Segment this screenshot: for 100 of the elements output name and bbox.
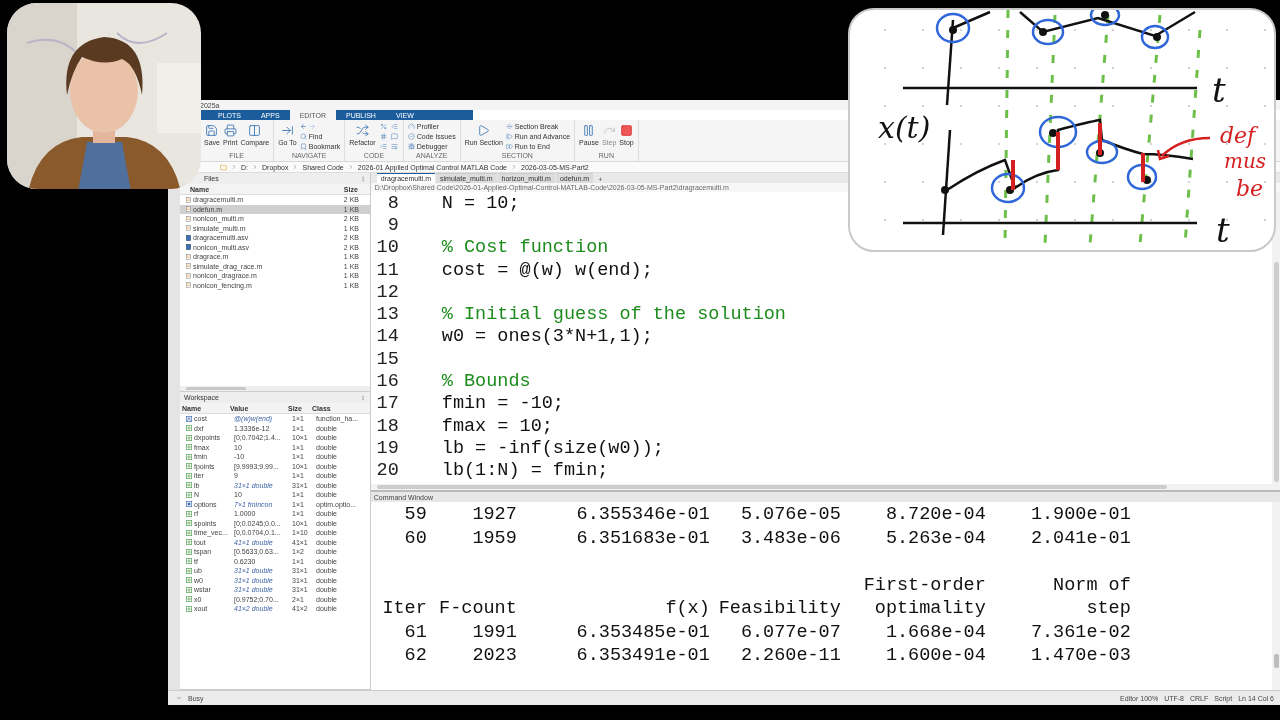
line-number: 8 [386,192,399,214]
output-value: 60 [404,527,427,549]
grid-icon [186,472,192,479]
indent-icon [379,143,387,150]
stop-icon [620,124,633,137]
columns-icon [248,124,262,137]
output-value: 1.470e-03 [1030,645,1131,667]
output-value: 1.668e-04 [885,621,986,643]
code-line: w0 = ones(3*N+1,1); [441,326,653,348]
code-comment: % Cost function [441,237,609,259]
script-file-icon [186,282,191,289]
code-line: cost = @(w) w(end); [441,259,653,281]
scrollbar-thumb[interactable] [1273,654,1279,668]
dropdown-icon[interactable] [176,695,182,701]
script-file-icon [186,253,191,260]
line-number: 10 [375,237,399,259]
grid-icon [186,529,192,536]
line-number: 11 [375,259,399,281]
output-value: 5.263e-04 [885,527,986,549]
grid-icon [186,605,192,612]
output-value: 1959 [472,527,517,549]
grid-icon [186,558,192,565]
handwritten-label: t [1216,210,1230,250]
output-value: 6.355346e-01 [576,504,710,526]
comment-icon [390,133,398,140]
line-number: 15 [375,348,399,370]
line-number: 18 [375,415,399,437]
search-icon [299,133,307,140]
code-line: fmax = 10; [441,415,553,437]
shuffle-icon [356,124,369,137]
output-value: 7.361e-02 [1030,621,1131,643]
save-icon [205,124,219,137]
grid-icon [186,510,192,517]
script-file-icon [186,206,191,213]
function-icon [186,415,192,422]
forward-arrow-icon[interactable] [308,123,316,130]
column-heading: Feasibility [718,598,841,620]
line-number: 19 [375,437,399,459]
chevron-icon [231,164,237,170]
bug-icon [407,143,415,150]
line-number: 17 [375,393,399,415]
output-value: 1991 [472,621,517,643]
folder-icon[interactable] [220,163,227,171]
code-comment: % Initial guess of the solution [441,304,786,326]
output-value: 5.076e-05 [740,504,841,526]
object-icon [186,501,192,508]
output-value: 1927 [472,504,517,526]
output-value: 6.351683e-01 [576,527,710,549]
column-heading: optimality [874,598,986,620]
column-heading: Iter [382,598,427,620]
chevron-icon [252,164,258,170]
output-value: 8.720e-04 [885,504,986,526]
handwritten-label: x(t) [878,110,931,145]
bookmark-icon [299,143,307,150]
pause-icon [582,124,596,137]
gauge-icon [407,123,415,130]
handwritten-label: t [1212,70,1226,110]
grid-icon [186,482,192,489]
column-heading: step [1086,598,1131,620]
grid-icon [186,444,192,451]
redo-icon [602,124,616,137]
column-heading: Norm of [1053,574,1131,596]
grid-icon [186,425,192,432]
script-file-icon [186,263,191,270]
script-file-icon [186,196,191,203]
back-arrow-icon[interactable] [299,123,307,130]
scrollbar-thumb[interactable] [186,387,246,390]
hash-icon [379,133,387,140]
output-value: 6.077e-07 [740,621,841,643]
chevron-icon [511,164,518,170]
output-value: 2.260e-11 [740,645,841,667]
output-value: 6.353491e-01 [576,645,710,667]
code-line: fmin = -10; [441,393,564,415]
step-forward-icon [505,133,513,140]
script-file-icon [186,272,191,279]
output-value: 3.483e-06 [740,527,841,549]
output-value: 2023 [472,645,517,667]
output-value: 1.900e-01 [1030,504,1131,526]
column-heading: f(x) [665,598,710,620]
output-value: 62 [404,645,427,667]
grid-icon [186,548,192,555]
grid-icon [186,577,192,584]
separator-icon [505,123,513,130]
line-number: 9 [386,214,399,236]
output-value: 2.041e-01 [1030,527,1131,549]
grid-icon [186,586,192,593]
line-number: 16 [375,371,399,392]
column-heading: First-order [863,574,986,596]
more-icon[interactable] [359,175,366,182]
scrollbar-thumb[interactable] [1273,262,1279,482]
code-line: lb(1:N) = fmin; [441,460,609,482]
grid-icon [186,520,192,527]
output-value: 61 [404,621,427,643]
code-comment: % Bounds [441,371,531,392]
grid-icon [186,539,192,546]
more-icon[interactable] [359,394,366,401]
printer-icon [223,124,237,137]
scrollbar-thumb[interactable] [376,485,1167,489]
handwritten-note: mus [1224,149,1267,173]
output-value: 1.600e-04 [885,645,986,667]
